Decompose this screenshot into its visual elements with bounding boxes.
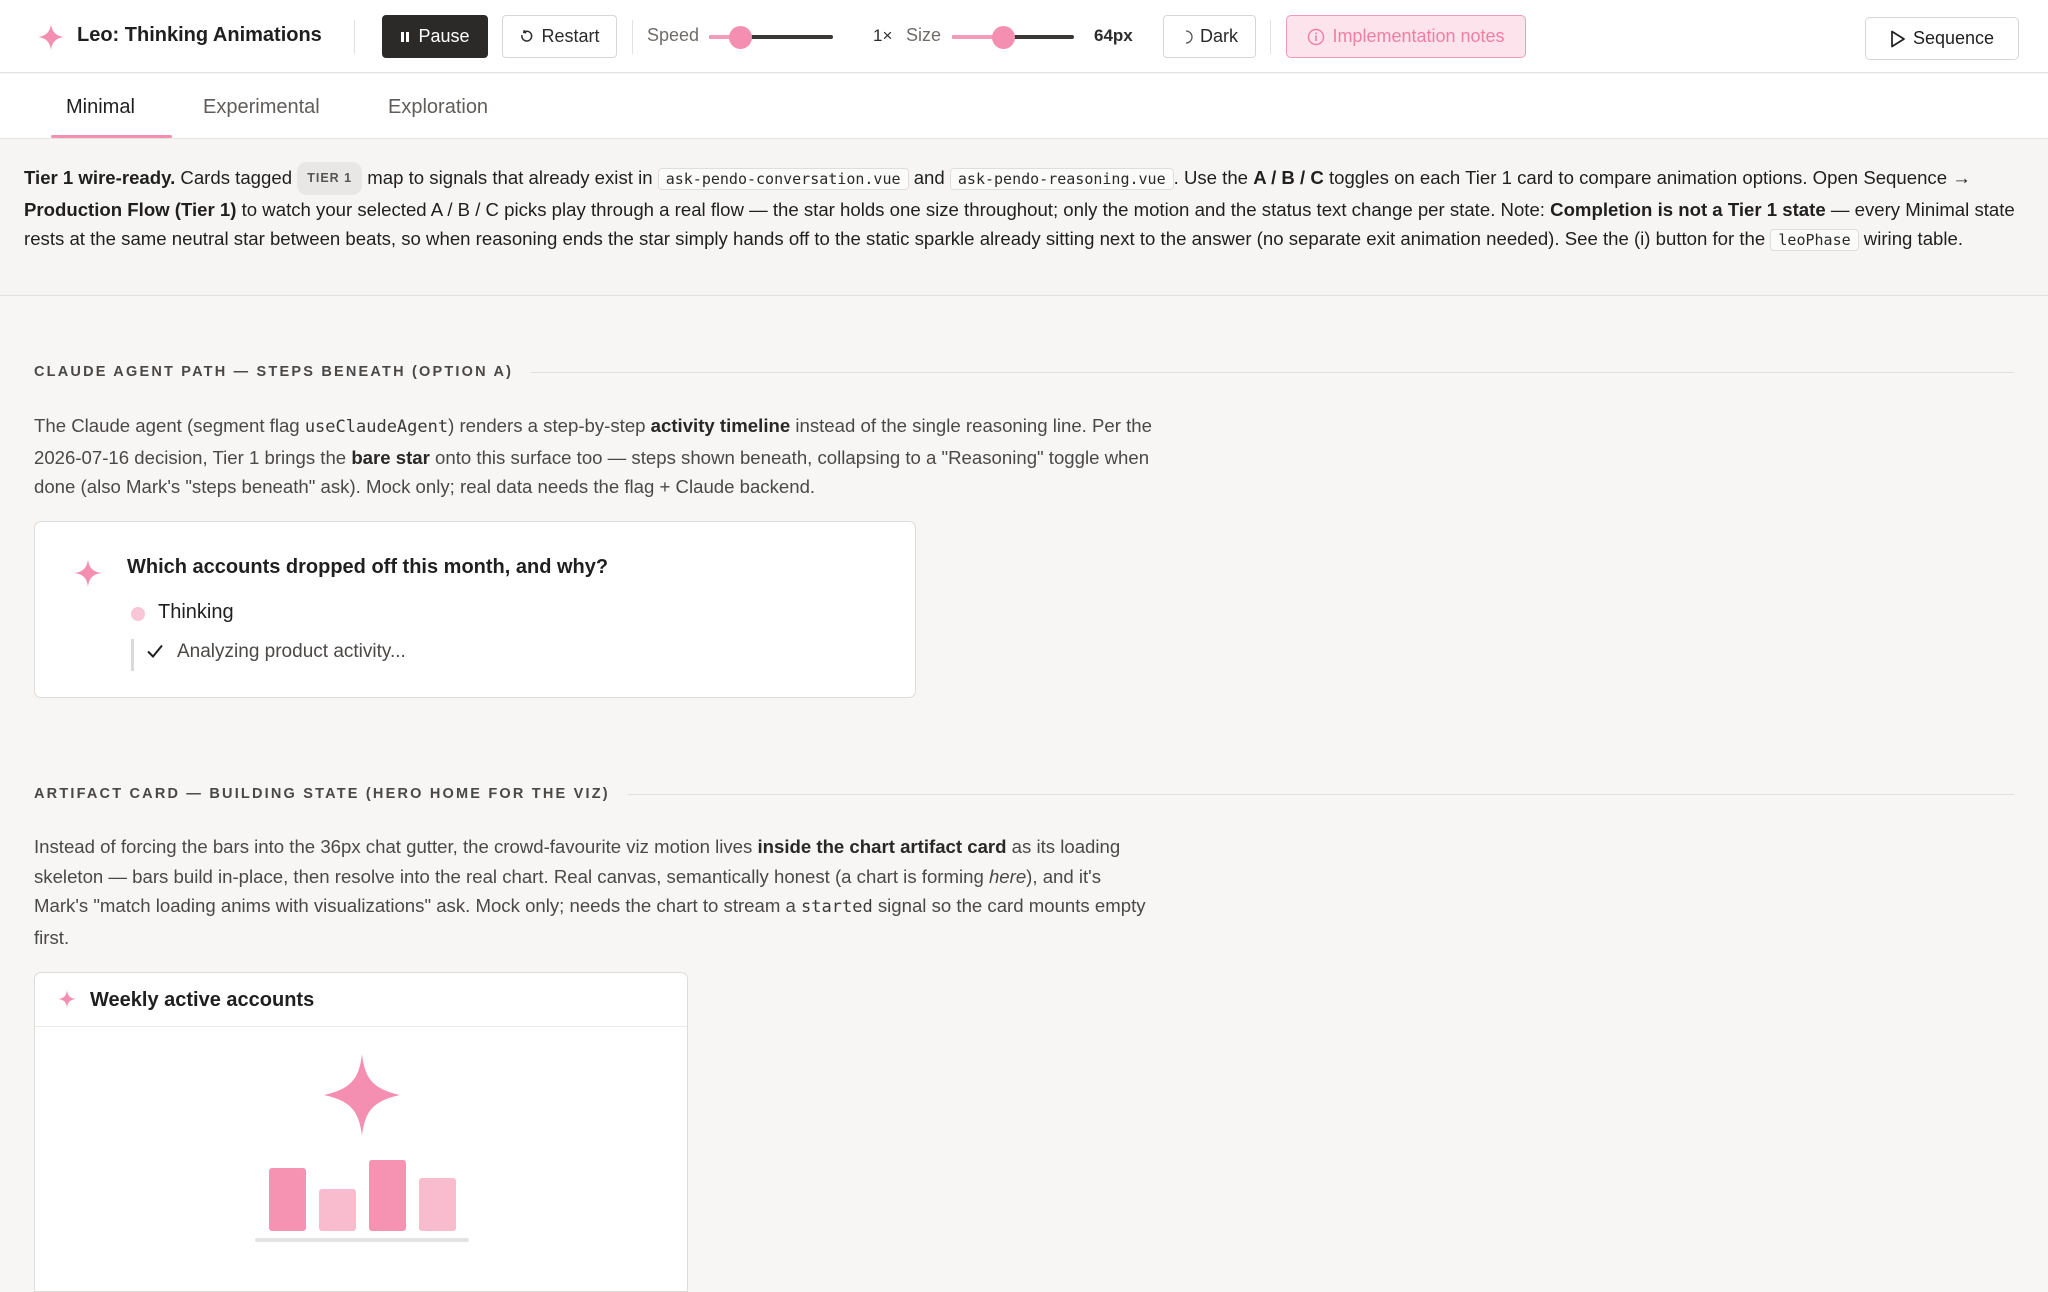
loading-skeleton [255,1054,469,1242]
implementation-notes-button[interactable]: Implementation notes [1286,15,1526,58]
section-heading-claude-agent: CLAUDE AGENT PATH — STEPS BENEATH (OPTIO… [34,364,2014,380]
signal-code: started [801,897,873,917]
app-title: Leo: Thinking Animations [77,24,322,46]
notice-text: wiring table. [1858,228,1964,249]
divider [354,20,355,54]
section-description: The Claude agent (segment flag useClaude… [34,411,1154,502]
desc-text: Instead of forcing the bars into the 36p… [34,836,758,857]
notice-text: toggles on each Tier 1 card to compare a… [1323,167,1971,188]
file-code: ask-pendo-reasoning.vue [949,168,1174,190]
sparkle-icon [38,24,64,50]
desc-bold: activity timeline [650,415,791,436]
speed-slider-thumb[interactable] [730,27,751,48]
timeline-line [131,639,134,671]
notice-bold: A / B / C [1253,167,1324,188]
skeleton-bar [319,1189,356,1231]
sequence-button[interactable]: Sequence [1865,17,2019,60]
speed-slider[interactable] [709,27,833,48]
thinking-status[interactable]: Thinking [158,601,234,624]
desc-bold: bare star [351,446,430,468]
notice-text: . Use the [1173,167,1254,188]
section-rule [531,371,2014,373]
skeleton-bar [419,1178,456,1231]
timeline-step: Analyzing product activity... [177,641,406,662]
tab-bar: Minimal Experimental Exploration [0,74,2048,139]
section-heading-artifact-card: ARTIFACT CARD — BUILDING STATE (HERO HOM… [34,786,2014,802]
size-label: Size [906,25,942,45]
notice-bold: Production Flow (Tier 1) [24,199,237,220]
agent-activity-card: Which accounts dropped off this month, a… [34,521,916,698]
notice-lead: Tier 1 wire-ready. [24,167,176,188]
artifact-chart-card: Weekly active accounts [34,972,688,1292]
flag-code: useClaudeAgent [304,417,449,437]
sparkle-icon [324,1054,400,1136]
section-description: Instead of forcing the bars into the 36p… [34,832,1154,952]
skeleton-bars [269,1160,456,1231]
desc-italic: here [988,865,1027,887]
moon-icon [1185,29,1193,44]
question-text: Which accounts dropped off this month, a… [127,556,609,578]
divider [632,20,633,54]
info-icon [1308,28,1325,45]
tab-minimal[interactable]: Minimal [66,96,135,119]
top-toolbar: Leo: Thinking Animations Pause Restart S… [0,0,2048,73]
notice-text: and [908,167,950,188]
tab-experimental[interactable]: Experimental [203,96,320,119]
desc-text: The Claude agent (segment flag [34,415,305,436]
tab-exploration[interactable]: Exploration [388,96,488,119]
notice-text: Cards tagged [175,167,298,188]
dark-mode-button[interactable]: Dark [1163,15,1256,58]
pause-label: Pause [418,26,470,46]
notice-bold: Completion is not a Tier 1 state [1550,199,1826,220]
play-icon [1891,30,1905,47]
restart-button[interactable]: Restart [502,15,617,58]
section-rule [627,793,2014,795]
dark-label: Dark [1199,26,1238,46]
pause-button[interactable]: Pause [382,15,488,58]
divider [1270,20,1271,54]
card-title: Weekly active accounts [90,989,315,1011]
sequence-label: Sequence [1912,28,1995,48]
notice-text: to watch your selected A / B / C picks p… [236,199,1551,220]
chart-baseline [255,1238,469,1242]
restart-icon [521,30,533,42]
skeleton-bar [369,1160,406,1231]
desc-bold: inside the chart artifact card [757,836,1007,857]
speed-label: Speed [647,25,700,45]
card-header: Weekly active accounts [35,973,687,1027]
speed-value: 1× [873,26,893,45]
size-slider[interactable] [952,27,1074,48]
pause-icon [401,31,410,42]
implementation-notes-label: Implementation notes [1332,26,1505,46]
file-code: ask-pendo-conversation.vue [657,168,909,190]
desc-text: ) renders a step-by-step [448,415,651,436]
tier-badge: TIER 1 [297,162,363,195]
skeleton-bar [269,1168,306,1231]
active-tab-indicator [51,135,172,138]
leophase-code: leoPhase [1770,229,1859,251]
size-value: 64px [1094,26,1133,45]
check-icon [147,644,163,658]
sparkle-icon [74,559,102,587]
restart-label: Restart [541,26,600,46]
size-slider-thumb[interactable] [993,27,1014,48]
section-title: CLAUDE AGENT PATH — STEPS BENEATH (OPTIO… [34,364,514,380]
notice-text: map to signals that already exist in [362,167,658,188]
tier-notice: Tier 1 wire-ready. Cards tagged TIER 1 m… [0,139,2048,296]
section-title: ARTIFACT CARD — BUILDING STATE (HERO HOM… [34,786,610,802]
sparkle-icon [58,990,76,1008]
status-dot [131,607,145,621]
